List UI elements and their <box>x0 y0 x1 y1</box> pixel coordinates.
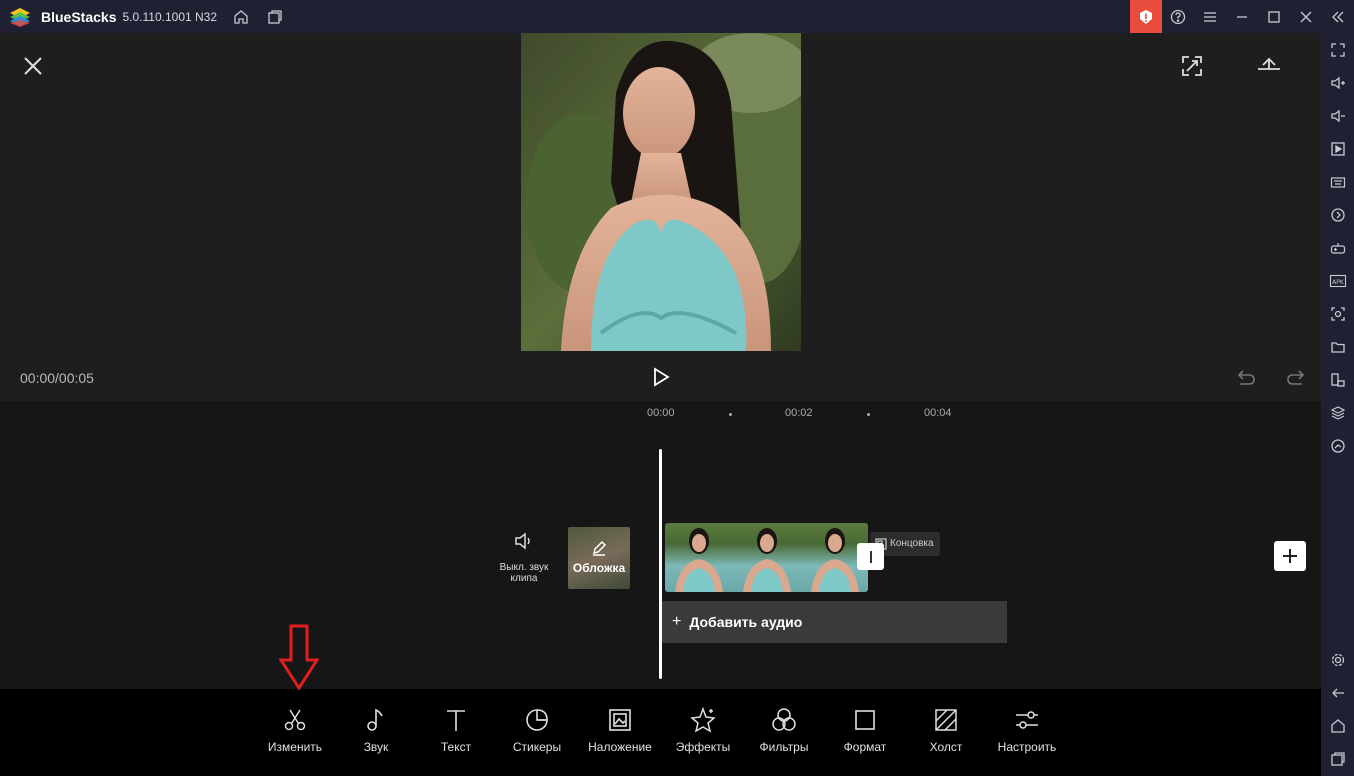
title-bar: BlueStacks 5.0.110.1001 N32 <box>0 0 1354 33</box>
tool-effects[interactable]: Эффекты <box>663 705 743 754</box>
export-button[interactable] <box>1255 53 1283 79</box>
maximize-button[interactable] <box>1258 0 1290 33</box>
timeline[interactable]: 00:00 00:02 00:04 Выкл. звук клипа Облож… <box>0 401 1321 689</box>
minimize-button[interactable] <box>1226 0 1258 33</box>
tool-label: Текст <box>440 740 472 754</box>
tool-label: Формат <box>843 740 887 754</box>
home-icon[interactable] <box>231 7 251 27</box>
scissors-icon <box>284 709 306 731</box>
canvas-icon <box>935 709 957 731</box>
cover-button[interactable]: Обложка <box>568 527 630 589</box>
rotate-icon[interactable] <box>1325 367 1350 392</box>
svg-text:APK: APK <box>1332 279 1345 286</box>
close-window-button[interactable] <box>1290 0 1322 33</box>
tool-label: Звук <box>363 740 389 754</box>
filters-icon <box>772 708 796 731</box>
cover-label: Обложка <box>572 561 626 575</box>
app-name: BlueStacks <box>41 8 117 25</box>
sticker-icon <box>526 709 548 731</box>
tool-canvas[interactable]: Холст <box>906 705 986 754</box>
add-clip-button[interactable] <box>1274 541 1306 571</box>
play-button[interactable] <box>650 366 672 388</box>
multi-instance-icon[interactable] <box>265 7 285 27</box>
recent-apps-icon[interactable] <box>1325 746 1350 771</box>
ending-label: Концовка <box>890 538 934 549</box>
tool-adjust[interactable]: Настроить <box>987 705 1067 754</box>
undo-button[interactable] <box>1235 366 1257 388</box>
collapse-sidebar-button[interactable] <box>1322 0 1354 33</box>
plus-icon: + <box>672 613 682 630</box>
tool-label: Холст <box>929 740 963 754</box>
clip-trim-handle[interactable] <box>857 543 884 570</box>
tool-edit[interactable]: Изменить <box>255 705 335 754</box>
add-audio-button[interactable]: + Добавить аудио <box>662 601 1007 643</box>
ruler-dot <box>867 413 870 416</box>
adjust-icon <box>1016 711 1038 729</box>
video-editor: 00:00/00:05 00:00 00:02 00:04 Выкл. звук… <box>0 33 1321 776</box>
tool-label: Настроить <box>997 740 1057 754</box>
effects-icon <box>690 706 716 733</box>
alert-icon <box>1140 9 1152 24</box>
apk-icon[interactable]: APK <box>1325 268 1350 293</box>
video-preview[interactable] <box>521 33 801 351</box>
fullscreen-icon[interactable] <box>1325 37 1350 62</box>
tool-sound[interactable]: Звук <box>336 705 416 754</box>
mute-clip-label: Выкл. звук клипа <box>499 562 549 584</box>
clip-frame <box>665 523 733 592</box>
red-arrow-annotation <box>279 624 319 690</box>
tool-label: Эффекты <box>675 740 731 754</box>
tool-label: Фильтры <box>759 740 809 754</box>
app-version: 5.0.110.1001 N32 <box>122 9 218 24</box>
layers-icon[interactable] <box>1325 400 1350 425</box>
video-clip[interactable] <box>665 523 868 592</box>
overlay-icon <box>609 709 631 731</box>
time-display: 00:00/00:05 <box>20 370 94 386</box>
tool-overlay[interactable]: Наложение <box>580 705 660 754</box>
settings-icon[interactable] <box>1325 647 1350 672</box>
playhead[interactable] <box>659 449 662 679</box>
tool-stickers[interactable]: Стикеры <box>497 705 577 754</box>
gamepad-icon[interactable] <box>1325 235 1350 260</box>
handle-grip-icon <box>869 550 872 563</box>
edit-toolbar: Изменить Звук Текст Стикеры Наложение Эф… <box>0 689 1321 776</box>
text-icon <box>447 710 465 731</box>
redo-button[interactable] <box>1285 366 1307 388</box>
folder-icon[interactable] <box>1325 334 1350 359</box>
tool-filters[interactable]: Фильтры <box>744 705 824 754</box>
speaker-icon <box>515 532 530 550</box>
alert-button[interactable] <box>1130 0 1162 33</box>
tool-label: Стикеры <box>512 740 562 754</box>
add-audio-label: Добавить аудио <box>689 614 803 630</box>
preview-area: 00:00/00:05 <box>0 33 1321 401</box>
fullscreen-preview-button[interactable] <box>1179 53 1205 79</box>
ruler-mark: 00:02 <box>785 407 813 419</box>
volume-down-icon[interactable] <box>1325 103 1350 128</box>
mute-clip-button[interactable]: Выкл. звук клипа <box>494 531 554 584</box>
ruler-dot <box>729 413 732 416</box>
tool-label: Изменить <box>267 740 323 754</box>
bluestacks-logo-icon <box>10 7 30 27</box>
screen-record-icon[interactable] <box>1325 136 1350 161</box>
menu-button[interactable] <box>1194 0 1226 33</box>
screenshot-icon[interactable] <box>1325 301 1350 326</box>
tool-text[interactable]: Текст <box>416 705 496 754</box>
macro-icon[interactable] <box>1325 202 1350 227</box>
keyboard-icon[interactable] <box>1325 169 1350 194</box>
clip-frame <box>733 523 801 592</box>
tool-label: Наложение <box>588 740 652 754</box>
help-button[interactable] <box>1162 0 1194 33</box>
volume-up-icon[interactable] <box>1325 70 1350 95</box>
music-note-icon <box>367 708 383 731</box>
close-editor-button[interactable] <box>20 53 46 79</box>
back-icon[interactable] <box>1325 680 1350 705</box>
pencil-icon <box>592 540 607 556</box>
format-icon <box>855 710 875 730</box>
eco-mode-icon[interactable] <box>1325 433 1350 458</box>
bluestacks-sidebar: APK <box>1321 33 1354 776</box>
ruler-mark: 00:04 <box>924 407 952 419</box>
ruler-mark: 00:00 <box>647 407 675 419</box>
plus-icon <box>1283 549 1297 563</box>
android-home-icon[interactable] <box>1325 713 1350 738</box>
tool-format[interactable]: Формат <box>825 705 905 754</box>
